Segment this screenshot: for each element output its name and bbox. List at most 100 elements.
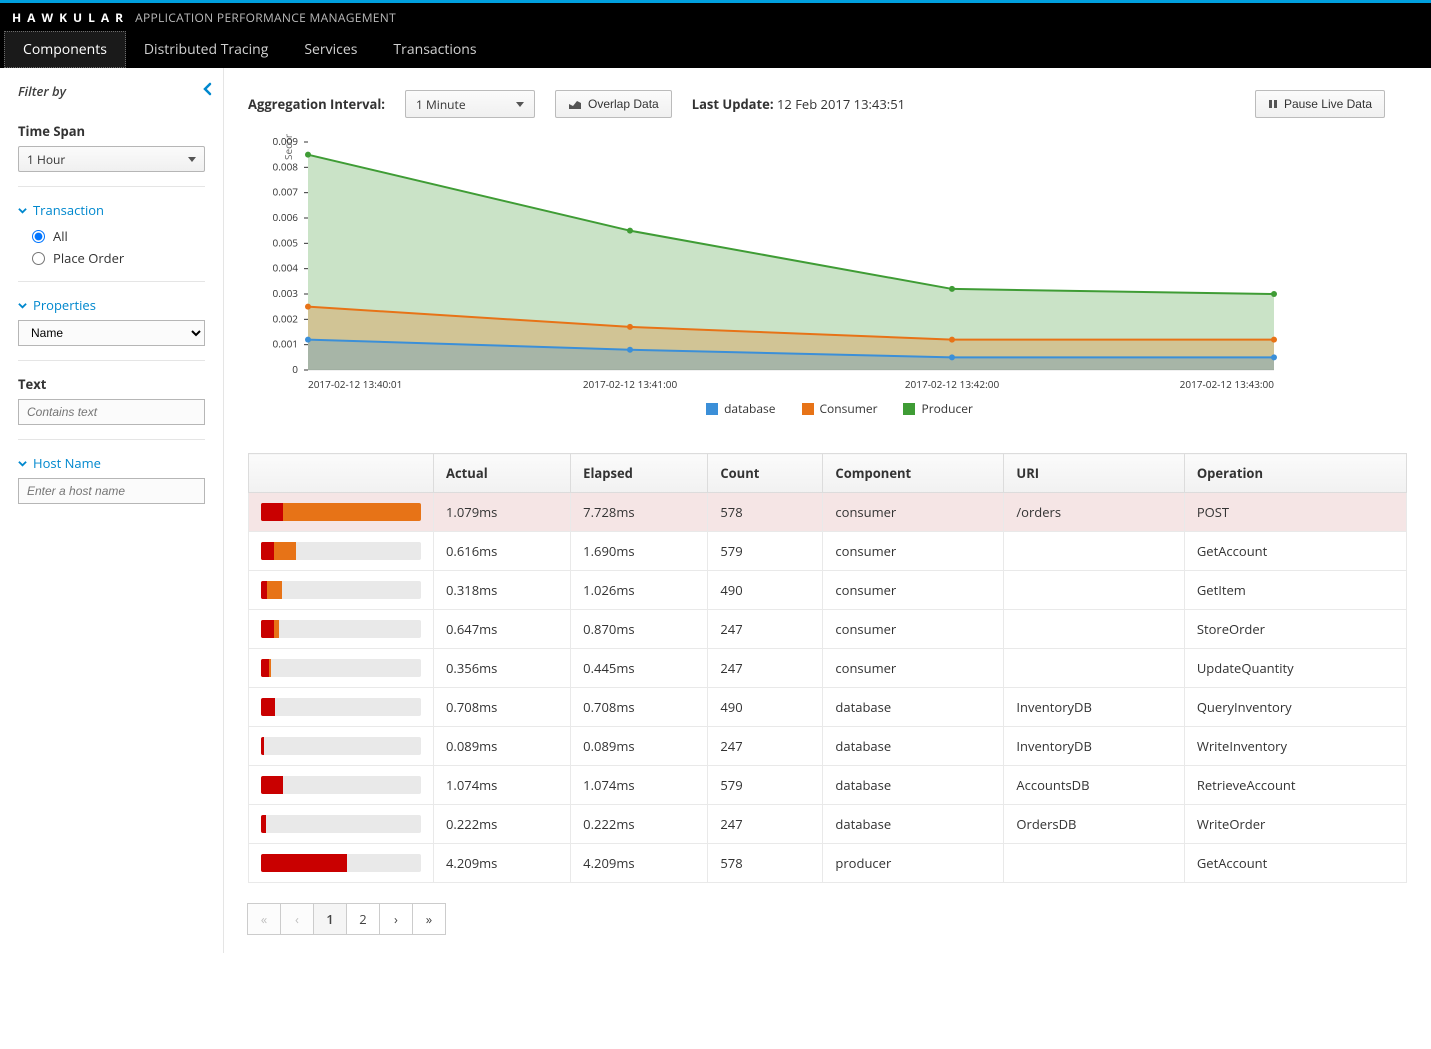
table-row[interactable]: 0.647ms0.870ms247consumerStoreOrder <box>249 610 1407 649</box>
legend-label: Producer <box>921 400 972 417</box>
brand-name: HAWKULAR <box>12 9 129 26</box>
pause-live-data-button[interactable]: Pause Live Data <box>1255 90 1385 118</box>
cell-uri <box>1004 571 1184 610</box>
svg-text:0.004: 0.004 <box>273 261 299 275</box>
cell-bar <box>249 610 434 649</box>
divider <box>18 360 205 361</box>
page-1[interactable]: 1 <box>313 903 347 935</box>
legend-item-producer[interactable]: Producer <box>903 400 972 417</box>
last-update-value: 12 Feb 2017 13:43:51 <box>777 95 905 113</box>
duration-bar <box>261 698 421 716</box>
cell-component: database <box>823 727 1004 766</box>
collapse-sidebar-icon[interactable] <box>201 82 215 100</box>
page-2[interactable]: 2 <box>346 903 380 935</box>
cell-elapsed: 0.870ms <box>571 610 708 649</box>
transaction-option-place-order[interactable]: Place Order <box>32 249 205 267</box>
overlap-data-button[interactable]: Overlap Data <box>555 90 672 118</box>
col-operation[interactable]: Operation <box>1184 454 1406 493</box>
overlap-data-label: Overlap Data <box>588 97 659 111</box>
cell-component: database <box>823 766 1004 805</box>
cell-actual: 0.708ms <box>434 688 571 727</box>
cell-operation: WriteOrder <box>1184 805 1406 844</box>
col-bar[interactable] <box>249 454 434 493</box>
cell-component: producer <box>823 844 1004 883</box>
agg-interval-label: Aggregation Interval: <box>248 95 385 113</box>
table-row[interactable]: 0.318ms1.026ms490consumerGetItem <box>249 571 1407 610</box>
properties-select[interactable]: Name <box>18 320 205 346</box>
table-row[interactable]: 0.089ms0.089ms247databaseInventoryDBWrit… <box>249 727 1407 766</box>
components-table: ActualElapsedCountComponentURIOperation … <box>248 453 1407 883</box>
timespan-value: 1 Hour <box>27 151 65 168</box>
cell-actual: 4.209ms <box>434 844 571 883</box>
svg-text:2017-02-12 13:41:00: 2017-02-12 13:41:00 <box>583 377 678 391</box>
legend-item-database[interactable]: database <box>706 400 775 417</box>
cell-count: 247 <box>708 610 823 649</box>
cell-component: consumer <box>823 493 1004 532</box>
chevron-down-icon <box>188 157 196 162</box>
duration-bar <box>261 815 421 833</box>
filter-by-heading: Filter by <box>18 82 205 100</box>
radio-input[interactable] <box>32 252 45 265</box>
cell-actual: 0.647ms <box>434 610 571 649</box>
page-last[interactable]: » <box>412 903 446 935</box>
cell-uri: AccountsDB <box>1004 766 1184 805</box>
cell-operation: GetAccount <box>1184 844 1406 883</box>
cell-elapsed: 1.690ms <box>571 532 708 571</box>
agg-interval-select[interactable]: 1 Minute <box>405 90 535 118</box>
nav-item-services[interactable]: Services <box>286 31 375 68</box>
cell-component: consumer <box>823 649 1004 688</box>
table-row[interactable]: 0.356ms0.445ms247consumerUpdateQuantity <box>249 649 1407 688</box>
table-row[interactable]: 0.222ms0.222ms247databaseOrdersDBWriteOr… <box>249 805 1407 844</box>
radio-input[interactable] <box>32 230 45 243</box>
table-row[interactable]: 1.079ms7.728ms578consumer/ordersPOST <box>249 493 1407 532</box>
nav-item-components[interactable]: Components <box>4 31 126 68</box>
hostname-section-toggle[interactable]: Host Name <box>18 454 205 472</box>
chevron-down-icon <box>516 102 524 107</box>
col-count[interactable]: Count <box>708 454 823 493</box>
cell-uri <box>1004 532 1184 571</box>
transaction-option-all[interactable]: All <box>32 227 205 245</box>
cell-component: consumer <box>823 532 1004 571</box>
properties-section-toggle[interactable]: Properties <box>18 296 205 314</box>
col-actual[interactable]: Actual <box>434 454 571 493</box>
properties-label: Properties <box>33 296 96 314</box>
timespan-select[interactable]: 1 Hour <box>18 146 205 172</box>
cell-elapsed: 0.445ms <box>571 649 708 688</box>
table-row[interactable]: 4.209ms4.209ms578producerGetAccount <box>249 844 1407 883</box>
col-component[interactable]: Component <box>823 454 1004 493</box>
text-filter-input[interactable] <box>18 399 205 425</box>
legend-item-consumer[interactable]: Consumer <box>802 400 878 417</box>
legend-label: database <box>724 400 775 417</box>
table-row[interactable]: 0.616ms1.690ms579consumerGetAccount <box>249 532 1407 571</box>
nav-item-transactions[interactable]: Transactions <box>375 31 494 68</box>
transaction-section-toggle[interactable]: Transaction <box>18 201 205 219</box>
svg-text:0.003: 0.003 <box>273 286 299 300</box>
hostname-input[interactable] <box>18 478 205 504</box>
cell-component: database <box>823 688 1004 727</box>
cell-bar <box>249 766 434 805</box>
controls-row: Aggregation Interval: 1 Minute Overlap D… <box>224 68 1431 126</box>
cell-count: 490 <box>708 571 823 610</box>
cell-actual: 0.616ms <box>434 532 571 571</box>
col-uri[interactable]: URI <box>1004 454 1184 493</box>
cell-actual: 0.318ms <box>434 571 571 610</box>
cell-actual: 0.222ms <box>434 805 571 844</box>
page-prev: ‹ <box>280 903 314 935</box>
duration-bar <box>261 620 421 638</box>
cell-component: consumer <box>823 610 1004 649</box>
legend-label: Consumer <box>820 400 878 417</box>
hostname-label: Host Name <box>33 454 101 472</box>
svg-text:2017-02-12 13:42:00: 2017-02-12 13:42:00 <box>905 377 1000 391</box>
page-next[interactable]: › <box>379 903 413 935</box>
cell-bar <box>249 805 434 844</box>
svg-text:0.006: 0.006 <box>273 210 299 224</box>
table-row[interactable]: 0.708ms0.708ms490databaseInventoryDBQuer… <box>249 688 1407 727</box>
col-elapsed[interactable]: Elapsed <box>571 454 708 493</box>
nav-item-distributed-tracing[interactable]: Distributed Tracing <box>126 31 286 68</box>
area-chart: Seconds00.0010.0020.0030.0040.0050.0060.… <box>248 134 1278 394</box>
table-row[interactable]: 1.074ms1.074ms579databaseAccountsDBRetri… <box>249 766 1407 805</box>
cell-bar <box>249 649 434 688</box>
cell-count: 578 <box>708 844 823 883</box>
svg-text:0.002: 0.002 <box>273 311 299 325</box>
cell-count: 247 <box>708 727 823 766</box>
